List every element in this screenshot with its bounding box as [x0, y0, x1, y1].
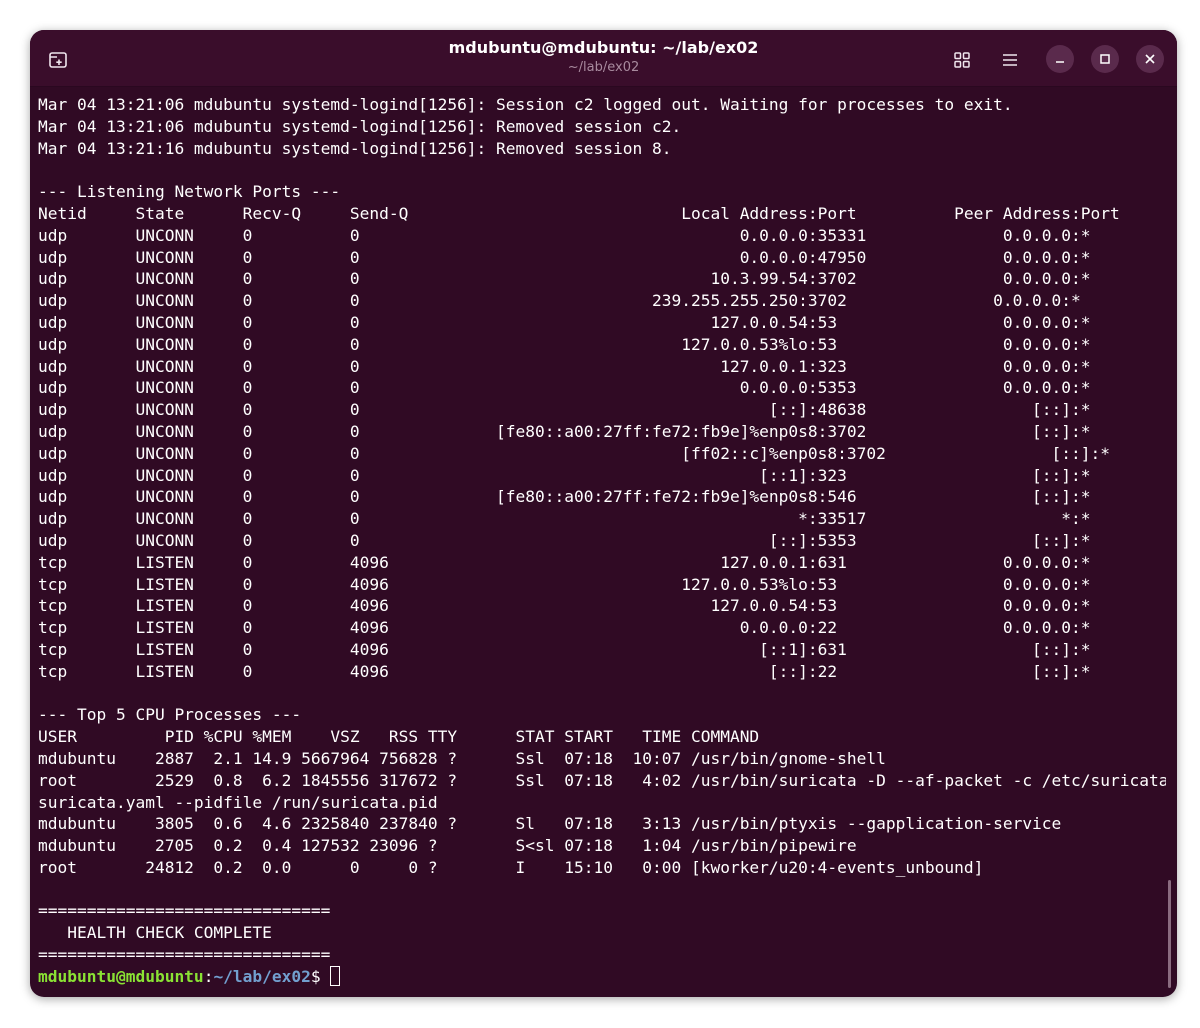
terminal-line: udp UNCONN 0 0 0.0.0.0:35331 0.0.0.0:*: [38, 225, 1091, 245]
terminal-line: suricata.yaml --pidfile /run/suricata.pi…: [38, 792, 438, 812]
terminal-line: udp UNCONN 0 0 [ff02::c]%enp0s8:3702 [::…: [38, 443, 1111, 463]
terminal-line: udp UNCONN 0 0 127.0.0.54:53 0.0.0.0:*: [38, 312, 1091, 332]
prompt-line[interactable]: mdubuntu@mdubuntu:~/lab/ex02$: [38, 965, 1166, 988]
terminal-line: udp UNCONN 0 0 *:33517 *:*: [38, 509, 1091, 529]
terminal-line: tcp LISTEN 0 4096 127.0.0.1:631 0.0.0.0:…: [38, 552, 1091, 572]
terminal-line: HEALTH CHECK COMPLETE: [38, 923, 272, 943]
scrollbar[interactable]: [1168, 880, 1171, 988]
title-bar[interactable]: mdubuntu@mdubuntu: ~/lab/ex02 ~/lab/ex02: [30, 30, 1177, 87]
terminal-line: ==============================: [38, 945, 331, 965]
terminal-line: tcp LISTEN 0 4096 [::]:22 [::]:*: [38, 661, 1091, 681]
prompt-path: ~/lab/ex02: [213, 966, 311, 986]
terminal-line: udp UNCONN 0 0 10.3.99.54:3702 0.0.0.0:*: [38, 269, 1091, 289]
terminal-line: root 24812 0.2 0.0 0 0 ? I 15:10 0:00 [k…: [38, 857, 984, 877]
terminal-line: ==============================: [38, 901, 331, 921]
grid-view-icon[interactable]: [948, 47, 976, 73]
text-cursor: [330, 965, 341, 986]
minimize-icon[interactable]: [1046, 45, 1074, 73]
terminal-line: udp UNCONN 0 0 127.0.0.1:323 0.0.0.0:*: [38, 356, 1091, 376]
terminal-line: udp UNCONN 0 0 239.255.255.250:3702 0.0.…: [38, 291, 1081, 311]
terminal-line: Mar 04 13:21:16 mdubuntu systemd-logind[…: [38, 138, 672, 158]
prompt-separator: :: [203, 966, 214, 986]
terminal-line: udp UNCONN 0 0 [::]:48638 [::]:*: [38, 400, 1091, 420]
terminal-line: tcp LISTEN 0 4096 127.0.0.53%lo:53 0.0.0…: [38, 574, 1091, 594]
terminal-line: udp UNCONN 0 0 0.0.0.0:47950 0.0.0.0:*: [38, 247, 1091, 267]
terminal-output[interactable]: Mar 04 13:21:06 mdubuntu systemd-logind[…: [38, 94, 1166, 992]
terminal-line: --- Top 5 CPU Processes ---: [38, 705, 302, 725]
terminal-line: mdubuntu 2887 2.1 14.9 5667964 756828 ? …: [38, 748, 886, 768]
terminal-window: mdubuntu@mdubuntu: ~/lab/ex02 ~/lab/ex02: [30, 30, 1177, 997]
terminal-line: mdubuntu 3805 0.6 4.6 2325840 237840 ? S…: [38, 814, 1062, 834]
terminal-line: Mar 04 13:21:06 mdubuntu systemd-logind[…: [38, 95, 1013, 114]
terminal-line: Netid State Recv-Q Send-Q Local Address:…: [38, 203, 1120, 223]
terminal-line: tcp LISTEN 0 4096 [::1]:631 [::]:*: [38, 639, 1091, 659]
prompt-symbol: $: [310, 966, 331, 986]
terminal-line: udp UNCONN 0 0 [::]:5353 [::]:*: [38, 530, 1091, 550]
terminal-line: USER PID %CPU %MEM VSZ RSS TTY STAT STAR…: [38, 727, 760, 747]
close-icon[interactable]: [1136, 45, 1164, 73]
terminal-line: udp UNCONN 0 0 [fe80::a00:27ff:fe72:fb9e…: [38, 487, 1091, 507]
terminal-line: udp UNCONN 0 0 [fe80::a00:27ff:fe72:fb9e…: [38, 421, 1091, 441]
maximize-icon[interactable]: [1091, 45, 1119, 73]
terminal-line: tcp LISTEN 0 4096 127.0.0.54:53 0.0.0.0:…: [38, 596, 1091, 616]
terminal-line: root 2529 0.8 6.2 1845556 317672 ? Ssl 0…: [38, 770, 1166, 790]
terminal-line: udp UNCONN 0 0 0.0.0.0:5353 0.0.0.0:*: [38, 378, 1091, 398]
terminal-line: udp UNCONN 0 0 [::1]:323 [::]:*: [38, 465, 1091, 485]
terminal-line: Mar 04 13:21:06 mdubuntu systemd-logind[…: [38, 116, 682, 136]
terminal-line: tcp LISTEN 0 4096 0.0.0.0:22 0.0.0.0:*: [38, 618, 1091, 638]
terminal-line: mdubuntu 2705 0.2 0.4 127532 23096 ? S<s…: [38, 836, 857, 856]
terminal-line: --- Listening Network Ports ---: [38, 182, 341, 202]
terminal-line: udp UNCONN 0 0 127.0.0.53%lo:53 0.0.0.0:…: [38, 334, 1091, 354]
prompt-user-host: mdubuntu@mdubuntu: [38, 966, 204, 986]
hamburger-menu-icon[interactable]: [996, 47, 1024, 73]
